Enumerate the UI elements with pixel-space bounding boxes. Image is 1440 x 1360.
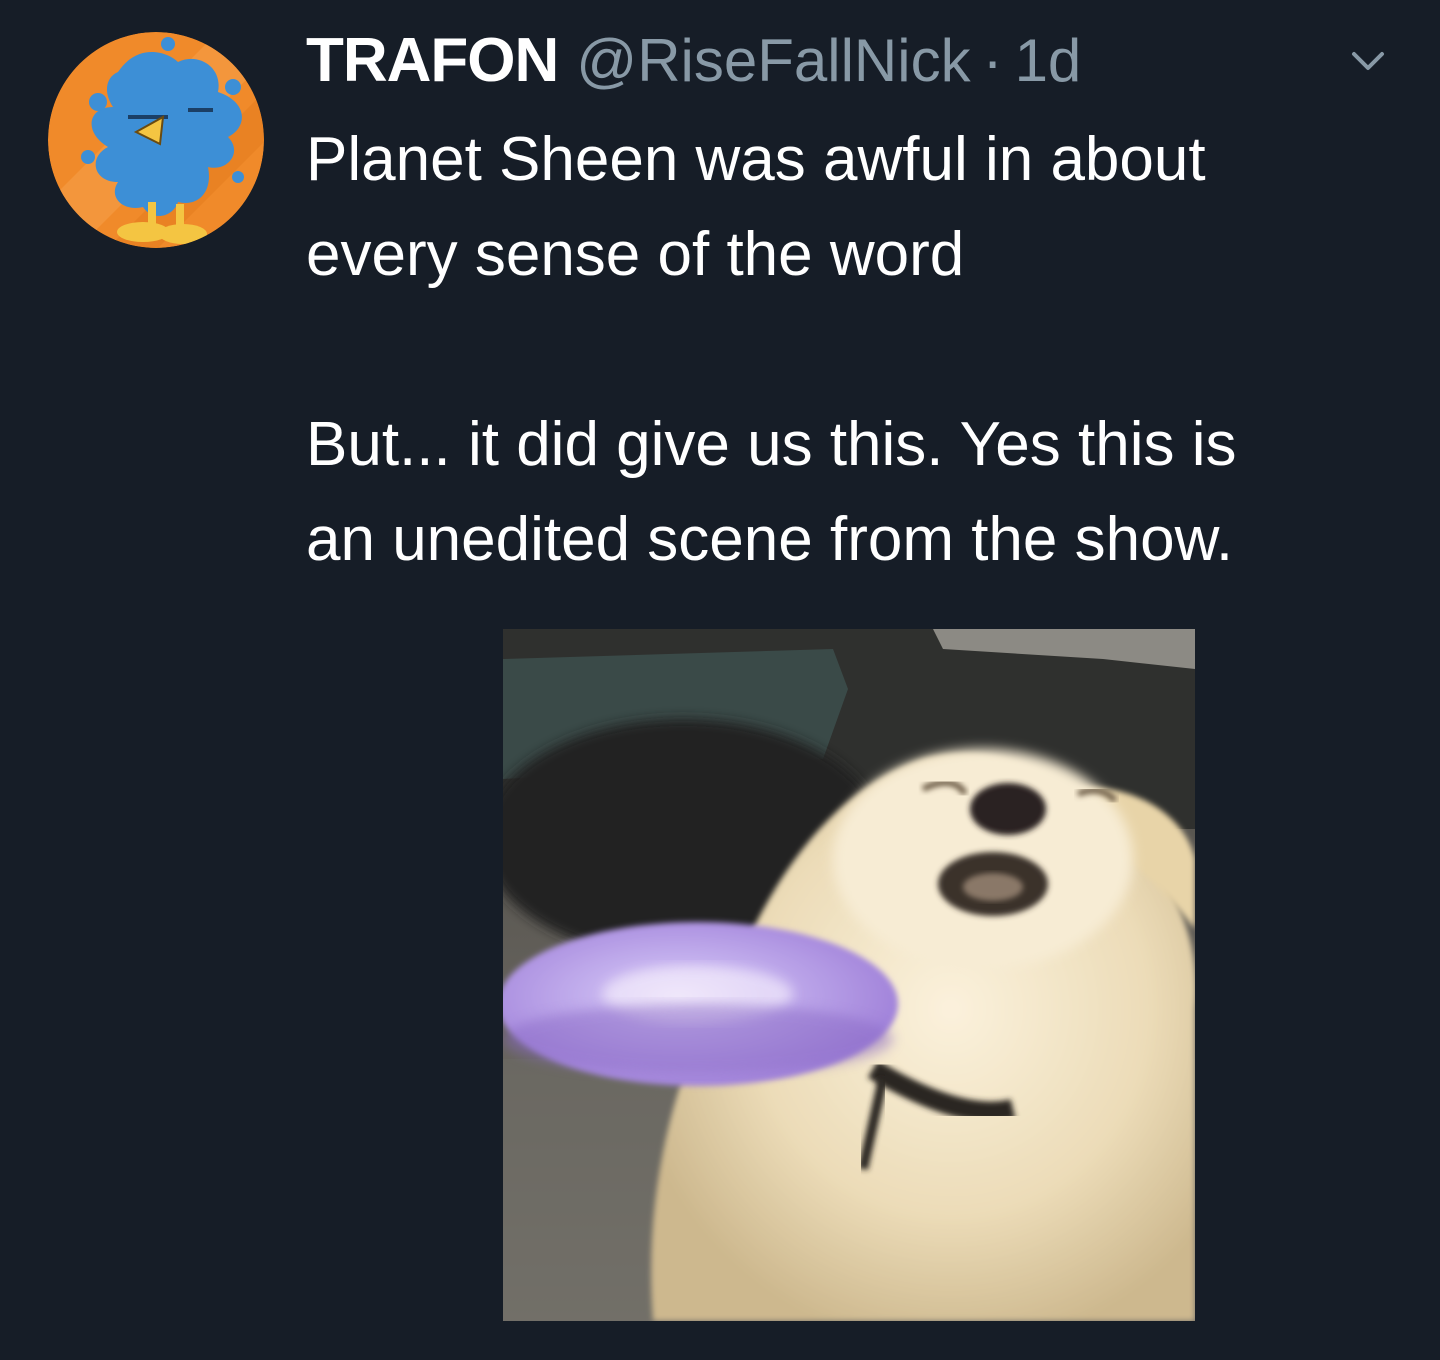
- tweet-text-blank-line: [306, 302, 1416, 397]
- chevron-down-icon[interactable]: [1342, 42, 1394, 82]
- user-handle[interactable]: @RiseFallNick: [576, 26, 970, 95]
- dog-catching-frisbee-photo: [503, 629, 1195, 1321]
- tweet-text-line: But... it did give us this. Yes this is: [306, 410, 1237, 479]
- tweet-text: Planet Sheen was awful in about every se…: [306, 112, 1416, 587]
- tweet-timestamp[interactable]: 1d: [1015, 26, 1082, 95]
- tweet-media-image[interactable]: [503, 629, 1195, 1321]
- tweet-header: TRAFON @RiseFallNick · 1d: [306, 24, 1380, 96]
- cartoon-bird-avatar-icon: [48, 32, 264, 248]
- tweet-text-line: every sense of the word: [306, 220, 965, 289]
- tweet-text-line: an unedited scene from the show.: [306, 505, 1234, 574]
- meta-separator: ·: [982, 26, 1003, 94]
- tweet-text-line: Planet Sheen was awful in about: [306, 125, 1206, 194]
- avatar[interactable]: [48, 32, 264, 248]
- display-name[interactable]: TRAFON: [306, 25, 559, 96]
- tweet-card[interactable]: TRAFON @RiseFallNick · 1d Planet Sheen w…: [0, 0, 1440, 1360]
